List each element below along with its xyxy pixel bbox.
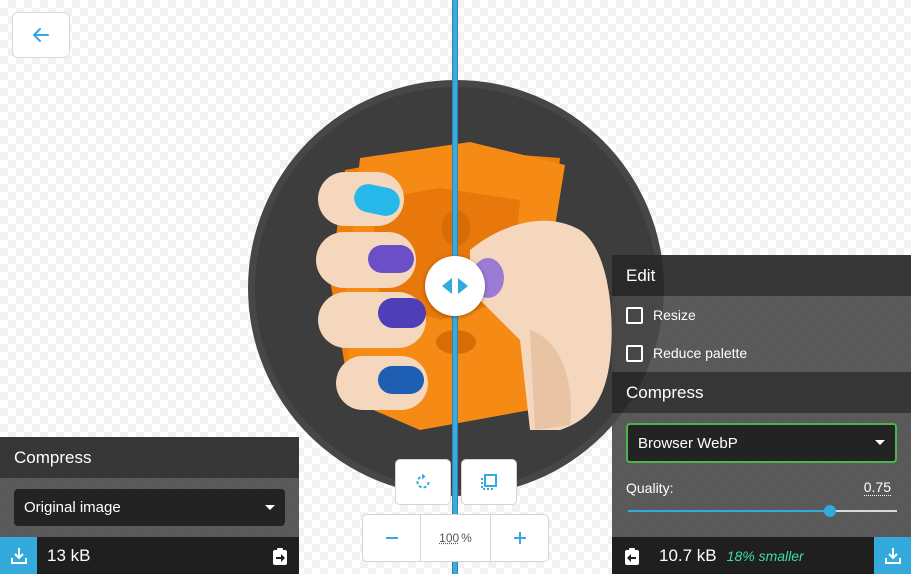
right-download-button[interactable] [874,537,911,574]
arrow-left-icon [33,28,49,42]
quality-row: Quality: 0.75 [626,479,897,496]
download-icon [10,547,27,564]
copy-across-icon [624,547,639,565]
zoom-unit: % [461,531,472,545]
resize-label: Resize [653,307,696,323]
right-results-bar: 10.7 kB 18% smaller [612,537,911,574]
zoom-in-button[interactable] [491,515,548,561]
right-compress-body: Browser WebP Quality: 0.75 [612,413,911,537]
copy-to-right-button[interactable] [262,537,299,574]
right-options-panel: Edit Resize Reduce palette Compress Brow… [612,255,911,574]
zoom-level[interactable]: 100 % [420,515,491,561]
left-results-bar: 13 kB [0,537,299,574]
copy-across-icon [272,547,287,565]
quality-slider[interactable] [626,502,897,520]
zoom-value[interactable]: 100 [439,531,459,545]
chevron-down-icon [875,440,885,445]
nail [368,245,414,273]
background-toggle-icon [481,474,497,490]
right-method-value: Browser WebP [638,434,738,452]
left-method-select[interactable]: Original image [14,489,285,526]
quality-slider-thumb[interactable] [823,505,836,517]
reduce-palette-label: Reduce palette [653,345,748,361]
right-method-select[interactable]: Browser WebP [626,423,897,463]
quality-slider-fill [628,510,830,512]
savings-label: 18% smaller [726,547,804,564]
copy-to-left-button[interactable] [612,537,649,574]
resize-option[interactable]: Resize [612,296,911,334]
left-method-value: Original image [24,499,121,516]
chevron-down-icon [265,505,275,510]
quality-label: Quality: [626,479,674,496]
zoom-out-button[interactable] [363,515,420,561]
left-options-panel: Compress Original image 13 kB [0,437,299,574]
nail [378,366,424,394]
right-file-size: 10.7 kB [659,545,717,565]
left-download-button[interactable] [0,537,37,574]
resize-checkbox[interactable] [626,306,643,324]
download-icon [884,547,901,564]
rotate-button[interactable] [395,459,451,505]
background-toggle-button[interactable] [461,459,517,505]
left-compress-heading: Compress [0,437,299,478]
minus-icon [385,537,398,539]
quality-value[interactable]: 0.75 [863,479,891,496]
edit-heading: Edit [612,255,911,296]
left-compress-body: Original image [0,478,299,537]
rotate-icon [416,473,430,489]
split-handle[interactable] [425,256,485,316]
reduce-palette-checkbox[interactable] [626,344,643,362]
nail [378,298,426,328]
split-handle-icon [442,278,468,294]
left-file-size: 13 kB [47,545,91,565]
right-compress-heading: Compress [612,372,911,413]
zoom-controls: 100 % [362,514,549,562]
reduce-palette-option[interactable]: Reduce palette [612,334,911,372]
back-button[interactable] [12,12,70,58]
plus-icon [513,532,526,544]
edit-options: Resize Reduce palette [612,296,911,372]
